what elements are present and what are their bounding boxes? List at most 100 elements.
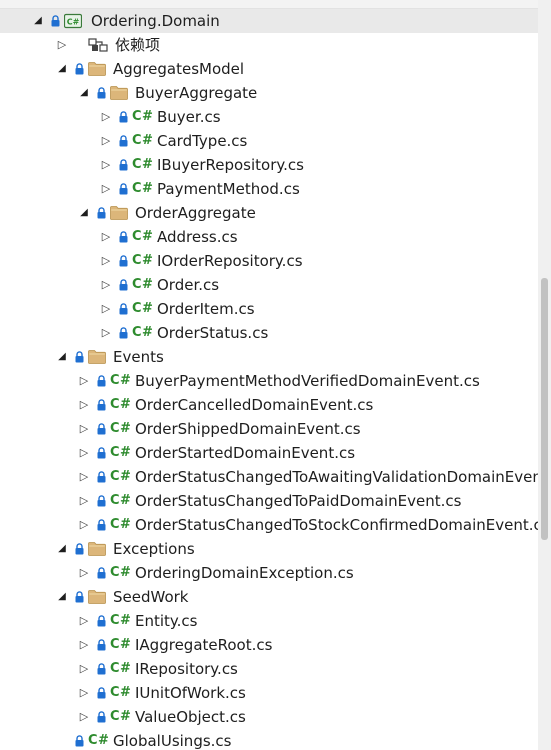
collapsed-arrow-icon[interactable]: ▷ <box>78 705 90 729</box>
source-control-lock-icon <box>97 615 107 627</box>
collapsed-arrow-icon[interactable]: ▷ <box>78 561 90 585</box>
tree-item-label: Entity.cs <box>135 612 198 630</box>
collapsed-arrow-icon[interactable]: ▷ <box>100 225 112 249</box>
tree-file-row[interactable]: ▷ C# OrderStatusChangedToStockConfirmedDom… <box>0 513 538 537</box>
collapsed-arrow-icon[interactable]: ▷ <box>78 609 90 633</box>
tree-item-label: BuyerPaymentMethodVerifiedDomainEvent.cs <box>135 372 480 390</box>
tree-file-row[interactable]: ▷ C# OrderStatusChangedToAwaitingValidatio… <box>0 465 538 489</box>
collapsed-arrow-icon[interactable]: ▷ <box>100 153 112 177</box>
expanded-arrow-icon[interactable]: ◢ <box>56 345 68 369</box>
source-control-lock-icon <box>75 351 85 363</box>
tree-folder-row[interactable]: ◢ Exceptions <box>0 537 538 561</box>
csharp-file-icon: C# <box>132 157 154 172</box>
collapsed-arrow-icon[interactable]: ▷ <box>100 129 112 153</box>
source-control-lock-icon <box>97 87 107 99</box>
tree-item-label: OrderStatusChangedToStockConfirmedDomain… <box>135 516 538 534</box>
csharp-file-icon: C# <box>110 565 132 580</box>
collapsed-arrow-icon[interactable]: ▷ <box>78 417 90 441</box>
tree-item-label: IUnitOfWork.cs <box>135 684 246 702</box>
collapsed-arrow-icon[interactable]: ▷ <box>78 489 90 513</box>
collapsed-arrow-icon[interactable]: ▷ <box>100 249 112 273</box>
tree-item-label: OrderStartedDomainEvent.cs <box>135 444 356 462</box>
tree-item-label: Events <box>113 348 164 366</box>
csharp-file-icon: C# <box>110 517 132 532</box>
tree-file-row[interactable]: ▷ C# OrderStatus.cs <box>0 321 538 345</box>
tree-item-label: Buyer.cs <box>157 108 221 126</box>
collapsed-arrow-icon[interactable]: ▷ <box>100 321 112 345</box>
tree-file-row[interactable]: ▷ C# ValueObject.cs <box>0 705 538 729</box>
expanded-arrow-icon[interactable]: ◢ <box>32 9 44 33</box>
collapsed-arrow-icon[interactable]: ▷ <box>78 513 90 537</box>
expanded-arrow-icon[interactable]: ◢ <box>56 57 68 81</box>
source-control-lock-icon <box>97 471 107 483</box>
source-control-lock-icon <box>51 15 61 27</box>
tree-file-row[interactable]: ▷ C# OrderCancelledDomainEvent.cs <box>0 393 538 417</box>
tree-file-row[interactable]: ▷ C# IBuyerRepository.cs <box>0 153 538 177</box>
folder-icon <box>88 57 106 81</box>
csharp-file-icon: C# <box>132 109 154 124</box>
collapsed-arrow-icon[interactable]: ▷ <box>100 273 112 297</box>
tree-file-row[interactable]: ▷ C# OrderItem.cs <box>0 297 538 321</box>
csharp-file-icon: C# <box>132 133 154 148</box>
source-control-lock-icon <box>75 543 85 555</box>
collapsed-arrow-icon[interactable]: ▷ <box>56 33 68 57</box>
tree-folder-row[interactable]: ◢ SeedWork <box>0 585 538 609</box>
tree-item-label: PaymentMethod.cs <box>157 180 300 198</box>
tree-file-row[interactable]: ▷ C# IRepository.cs <box>0 657 538 681</box>
csharp-file-icon: C# <box>132 181 154 196</box>
source-control-lock-icon <box>97 639 107 651</box>
collapsed-arrow-icon[interactable]: ▷ <box>78 657 90 681</box>
expanded-arrow-icon[interactable]: ◢ <box>78 201 90 225</box>
tree-file-row[interactable]: ▷ C# PaymentMethod.cs <box>0 177 538 201</box>
collapsed-arrow-icon[interactable]: ▷ <box>100 105 112 129</box>
tree-file-row[interactable]: ▷ C# CardType.cs <box>0 129 538 153</box>
collapsed-arrow-icon[interactable]: ▷ <box>78 465 90 489</box>
csharp-file-icon: C# <box>110 613 132 628</box>
scrollbar-thumb[interactable] <box>541 278 548 540</box>
tree-file-row[interactable]: ▷ C# OrderStatusChangedToPaidDomainEvent.c… <box>0 489 538 513</box>
source-control-lock-icon <box>75 591 85 603</box>
tree-file-row[interactable]: ▷ C# OrderShippedDomainEvent.cs <box>0 417 538 441</box>
collapsed-arrow-icon[interactable]: ▷ <box>78 369 90 393</box>
collapsed-arrow-icon[interactable]: ▷ <box>78 441 90 465</box>
source-control-lock-icon <box>97 687 107 699</box>
collapsed-arrow-icon[interactable]: ▷ <box>78 393 90 417</box>
tree-folder-row[interactable]: ◢ BuyerAggregate <box>0 81 538 105</box>
vertical-scrollbar[interactable] <box>538 0 551 750</box>
solution-explorer-tree[interactable]: ◢ C# Ordering.Domain ▷ 依赖项 ◢ AggregatesModel ◢ B… <box>0 8 538 750</box>
expanded-arrow-icon[interactable]: ◢ <box>78 81 90 105</box>
tree-file-row[interactable]: ▷ C# Address.cs <box>0 225 538 249</box>
csharp-file-icon: C# <box>110 709 132 724</box>
tree-file-row[interactable]: ▷ C# BuyerPaymentMethodVerifiedDomainEvent… <box>0 369 538 393</box>
tree-project-row[interactable]: ◢ C# Ordering.Domain <box>0 9 538 33</box>
collapsed-arrow-icon[interactable]: ▷ <box>78 681 90 705</box>
tree-item-label: AggregatesModel <box>113 60 245 78</box>
tree-file-row[interactable]: ▷ C# Buyer.cs <box>0 105 538 129</box>
expanded-arrow-icon[interactable]: ◢ <box>56 585 68 609</box>
collapsed-arrow-icon[interactable]: ▷ <box>100 177 112 201</box>
collapsed-arrow-icon[interactable]: ▷ <box>100 297 112 321</box>
csharp-file-icon: C# <box>110 469 132 484</box>
tree-item-label: GlobalUsings.cs <box>113 732 232 750</box>
tree-folder-row[interactable]: ◢ Events <box>0 345 538 369</box>
source-control-lock-icon <box>119 183 129 195</box>
tree-file-row[interactable]: ▷ C# IUnitOfWork.cs <box>0 681 538 705</box>
tree-file-row[interactable]: C# GlobalUsings.cs <box>0 729 538 750</box>
tree-file-row[interactable]: ▷ C# IAggregateRoot.cs <box>0 633 538 657</box>
source-control-lock-icon <box>97 423 107 435</box>
tree-item-label: OrderStatus.cs <box>157 324 269 342</box>
tree-folder-row[interactable]: ◢ AggregatesModel <box>0 57 538 81</box>
tree-item-label: Ordering.Domain <box>91 12 220 30</box>
expanded-arrow-icon[interactable]: ◢ <box>56 537 68 561</box>
tree-file-row[interactable]: ▷ C# Order.cs <box>0 273 538 297</box>
tree-file-row[interactable]: ▷ C# OrderStartedDomainEvent.cs <box>0 441 538 465</box>
tree-file-row[interactable]: ▷ C# IOrderRepository.cs <box>0 249 538 273</box>
tree-folder-row[interactable]: ◢ OrderAggregate <box>0 201 538 225</box>
tree-file-row[interactable]: ▷ C# OrderingDomainException.cs <box>0 561 538 585</box>
tree-dependencies-row[interactable]: ▷ 依赖项 <box>0 33 538 57</box>
source-control-lock-icon <box>97 375 107 387</box>
source-control-lock-icon <box>119 255 129 267</box>
tree-item-label: Address.cs <box>157 228 238 246</box>
tree-file-row[interactable]: ▷ C# Entity.cs <box>0 609 538 633</box>
collapsed-arrow-icon[interactable]: ▷ <box>78 633 90 657</box>
